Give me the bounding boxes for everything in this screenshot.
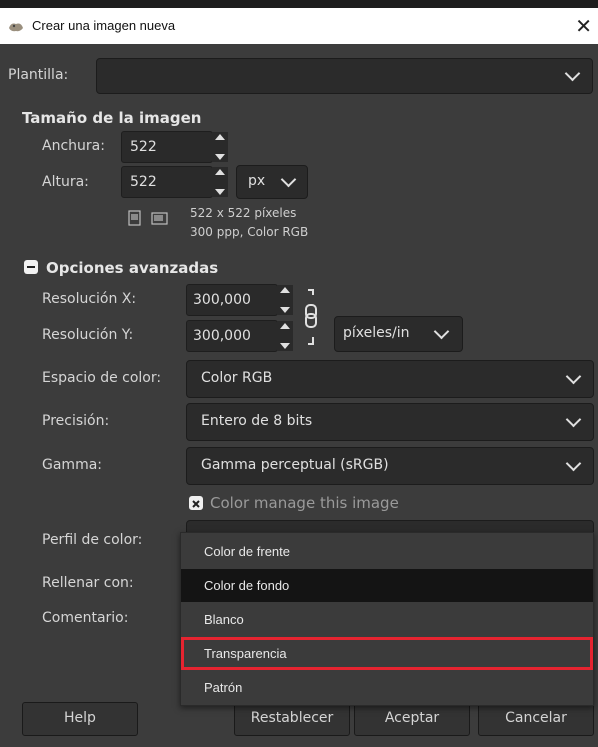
gamma-label: Gamma: [42, 457, 102, 473]
size-info-line-1: 522 x 522 píxeles [190, 206, 297, 220]
chevron-down-icon [565, 455, 582, 472]
spin-down-icon[interactable] [280, 343, 290, 349]
chevron-down-icon [433, 323, 450, 340]
collapse-icon[interactable] [24, 260, 38, 274]
advanced-options-header[interactable]: Opciones avanzadas [46, 259, 218, 277]
spin-up-icon[interactable] [280, 287, 290, 293]
color-space-select[interactable]: Color RGB [186, 360, 594, 398]
spin-up-icon[interactable] [280, 323, 290, 329]
resolution-y-input[interactable]: 300,000 [186, 320, 278, 352]
landscape-icon[interactable] [151, 212, 168, 225]
menu-item-label: Transparencia [204, 646, 287, 661]
cancel-button[interactable]: Cancelar [478, 702, 594, 736]
menu-item-label: Blanco [204, 612, 244, 627]
resolution-y-spinner[interactable] [277, 321, 293, 351]
color-profile-label: Perfil de color: [42, 532, 143, 548]
title-bar: Crear una imagen nueva ✕ [0, 8, 598, 44]
size-unit-select[interactable]: px [236, 165, 308, 199]
chevron-down-icon [565, 368, 582, 385]
reset-button-label: Restablecer [250, 710, 334, 726]
resolution-x-label: Resolución X: [42, 291, 137, 307]
chain-link-icon[interactable] [301, 288, 321, 348]
window-top-edge [0, 0, 598, 8]
comment-label: Comentario: [42, 610, 129, 626]
height-label: Altura: [42, 174, 89, 190]
menu-item-transparency[interactable]: Transparencia [181, 637, 593, 670]
precision-select[interactable]: Entero de 8 bits [186, 403, 594, 441]
resolution-y-label: Resolución Y: [42, 327, 134, 343]
precision-label: Precisión: [42, 413, 110, 429]
menu-item-pattern[interactable]: Patrón [181, 671, 593, 704]
resolution-unit-select[interactable]: píxeles/in [334, 316, 463, 352]
spin-down-icon[interactable] [215, 189, 225, 195]
template-select[interactable] [96, 58, 593, 94]
height-input[interactable]: 522 [121, 166, 213, 198]
width-spinner[interactable] [212, 132, 228, 162]
size-unit-value: px [248, 173, 266, 189]
resolution-unit-value: píxeles/in [343, 325, 410, 341]
reset-button[interactable]: Restablecer [234, 702, 350, 736]
width-input[interactable]: 522 [121, 131, 213, 163]
spin-up-icon[interactable] [215, 134, 225, 140]
size-info-line-2: 300 ppp, Color RGB [190, 225, 309, 239]
template-label: Plantilla: [8, 67, 69, 83]
window-title: Crear una imagen nueva [32, 18, 176, 33]
gamma-select[interactable]: Gamma perceptual (sRGB) [186, 447, 594, 485]
width-value: 522 [130, 139, 157, 155]
spin-down-icon[interactable] [280, 307, 290, 313]
height-value: 522 [130, 174, 157, 190]
resolution-x-input[interactable]: 300,000 [186, 284, 278, 316]
resolution-y-value: 300,000 [193, 328, 251, 344]
resolution-x-value: 300,000 [193, 292, 251, 308]
gimp-app-icon [9, 23, 23, 32]
chevron-down-icon [565, 411, 582, 428]
gamma-value: Gamma perceptual (sRGB) [201, 457, 389, 473]
help-button-label: Help [64, 710, 96, 726]
portrait-icon[interactable] [128, 210, 142, 226]
menu-item-label: Patrón [204, 680, 243, 695]
spin-up-icon[interactable] [215, 169, 225, 175]
height-spinner[interactable] [212, 167, 228, 197]
width-label: Anchura: [42, 138, 105, 154]
menu-item-label: Color de frente [204, 544, 290, 559]
menu-item-background[interactable]: Color de fondo [181, 569, 593, 602]
color-space-label: Espacio de color: [42, 370, 162, 386]
color-space-value: Color RGB [201, 370, 273, 386]
fill-label: Rellenar con: [42, 575, 134, 591]
cancel-button-label: Cancelar [505, 710, 567, 726]
menu-item-foreground[interactable]: Color de frente [181, 535, 593, 568]
close-icon[interactable]: ✕ [575, 14, 592, 39]
color-manage-label[interactable]: Color manage this image [210, 494, 399, 512]
chevron-down-icon [564, 65, 581, 82]
color-manage-checkbox[interactable] [189, 496, 203, 510]
image-size-header: Tamaño de la imagen [22, 109, 202, 127]
precision-value: Entero de 8 bits [201, 413, 313, 429]
fill-dropdown-menu: Color de frente Color de fondo Blanco Tr… [180, 532, 594, 706]
menu-item-label: Color de fondo [204, 578, 290, 593]
resolution-x-spinner[interactable] [277, 285, 293, 315]
ok-button-label: Aceptar [384, 710, 440, 726]
menu-item-white[interactable]: Blanco [181, 603, 593, 636]
chevron-down-icon [280, 171, 297, 188]
spin-down-icon[interactable] [215, 154, 225, 160]
help-button[interactable]: Help [22, 702, 138, 736]
check-x-icon [192, 500, 200, 508]
ok-button[interactable]: Aceptar [354, 702, 470, 736]
dialog-body: Plantilla: Tamaño de la imagen Anchura: … [0, 44, 598, 747]
